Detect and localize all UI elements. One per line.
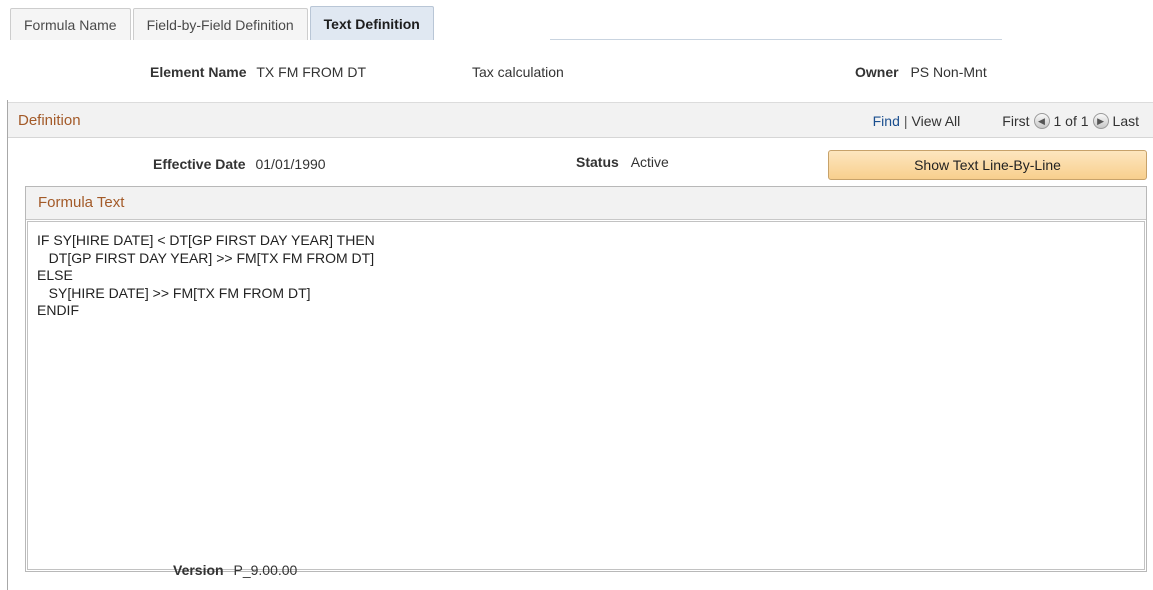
tab-field-by-field-definition[interactable]: Field-by-Field Definition xyxy=(132,8,308,40)
owner-field: Owner PS Non-Mnt xyxy=(855,64,987,80)
definition-title: Definition xyxy=(18,112,81,129)
tab-text-definition[interactable]: Text Definition xyxy=(309,6,434,40)
status-value: Active xyxy=(630,154,669,170)
previous-arrow-icon[interactable]: ◀ xyxy=(1033,113,1050,129)
first-label: First xyxy=(1002,113,1030,129)
owner-value: PS Non-Mnt xyxy=(910,64,987,80)
version-field: Version P_9.00.00 xyxy=(173,562,297,578)
formula-text-panel: Formula Text IF SY[HIRE DATE] < DT[GP FI… xyxy=(25,186,1147,572)
effective-date-value: 01/01/1990 xyxy=(255,156,326,172)
element-description: Tax calculation xyxy=(472,64,564,80)
show-text-line-by-line-button[interactable]: Show Text Line-By-Line xyxy=(828,150,1147,180)
pager-count: 1 of 1 xyxy=(1053,113,1089,129)
tab-label: Text Definition xyxy=(323,15,420,32)
formula-text-title: Formula Text xyxy=(26,187,1146,220)
version-label: Version xyxy=(173,562,224,578)
tab-formula-name[interactable]: Formula Name xyxy=(10,8,131,40)
definition-header-bar: Definition Find | View All First ◀ 1 of … xyxy=(8,102,1153,138)
next-arrow-icon[interactable]: ▶ xyxy=(1092,113,1109,129)
description-value: Tax calculation xyxy=(472,64,564,80)
formula-text-area[interactable]: IF SY[HIRE DATE] < DT[GP FIRST DAY YEAR]… xyxy=(27,221,1145,570)
version-value: P_9.00.00 xyxy=(233,562,298,578)
tab-divider xyxy=(550,39,1002,40)
element-name-label: Element Name xyxy=(150,64,247,80)
view-all-link[interactable]: View All xyxy=(912,113,961,129)
element-name-value: TX FM FROM DT xyxy=(256,64,367,80)
element-name-field: Element Name TX FM FROM DT xyxy=(150,64,366,80)
last-label: Last xyxy=(1112,113,1139,129)
effective-date-label: Effective Date xyxy=(153,156,246,172)
tab-bar: Formula Name Field-by-Field Definition T… xyxy=(10,6,436,40)
owner-label: Owner xyxy=(855,64,899,80)
status-field: Status Active xyxy=(576,154,669,170)
effective-date-field: Effective Date 01/01/1990 xyxy=(153,156,326,172)
definition-navigation: Find | View All First ◀ 1 of 1 ▶ Last xyxy=(873,113,1139,129)
tab-label: Formula Name xyxy=(24,16,117,33)
nav-separator: | xyxy=(903,113,908,129)
find-link[interactable]: Find xyxy=(873,113,900,129)
status-label: Status xyxy=(576,154,619,170)
tab-label: Field-by-Field Definition xyxy=(146,16,294,33)
